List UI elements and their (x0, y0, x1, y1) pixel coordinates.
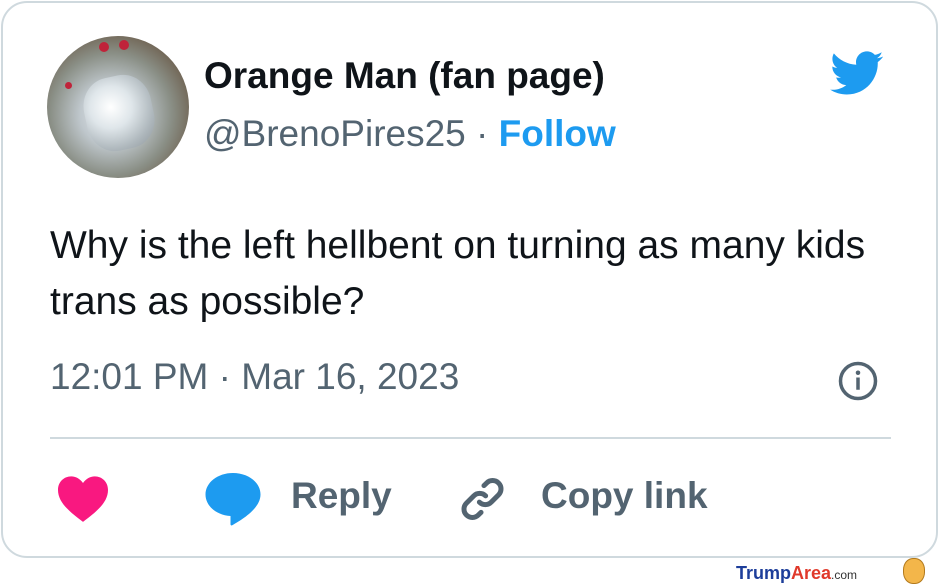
follow-button[interactable]: Follow (499, 113, 616, 154)
handle-row: @BrenoPires25 · Follow (204, 113, 616, 155)
avatar-detail (65, 82, 72, 89)
user-handle[interactable]: @BrenoPires25 (204, 113, 466, 154)
reply-button[interactable]: Reply (291, 475, 392, 517)
watermark-logo (903, 558, 925, 584)
info-icon[interactable] (837, 360, 879, 402)
display-name[interactable]: Orange Man (fan page) (204, 55, 605, 97)
handle-separator: · (476, 113, 489, 154)
watermark-tld: .com (831, 568, 858, 582)
avatar-detail (119, 40, 129, 50)
speech-bubble-icon[interactable] (203, 470, 263, 526)
copy-link-button[interactable]: Copy link (541, 475, 708, 517)
tweet-timestamp[interactable]: 12:01 PM · Mar 16, 2023 (50, 356, 459, 398)
divider (50, 437, 891, 439)
watermark-brand-accent: Area (791, 563, 832, 583)
tweet-text: Why is the left hellbent on turning as m… (50, 224, 866, 323)
heart-icon[interactable] (55, 473, 111, 523)
avatar[interactable] (47, 36, 189, 178)
watermark-brand: Trump (736, 563, 792, 583)
twitter-bird-icon[interactable] (822, 45, 890, 101)
avatar-detail (78, 69, 160, 157)
link-icon[interactable] (455, 474, 510, 524)
watermark: TrumpArea.com (736, 563, 857, 584)
avatar-detail (99, 42, 109, 52)
